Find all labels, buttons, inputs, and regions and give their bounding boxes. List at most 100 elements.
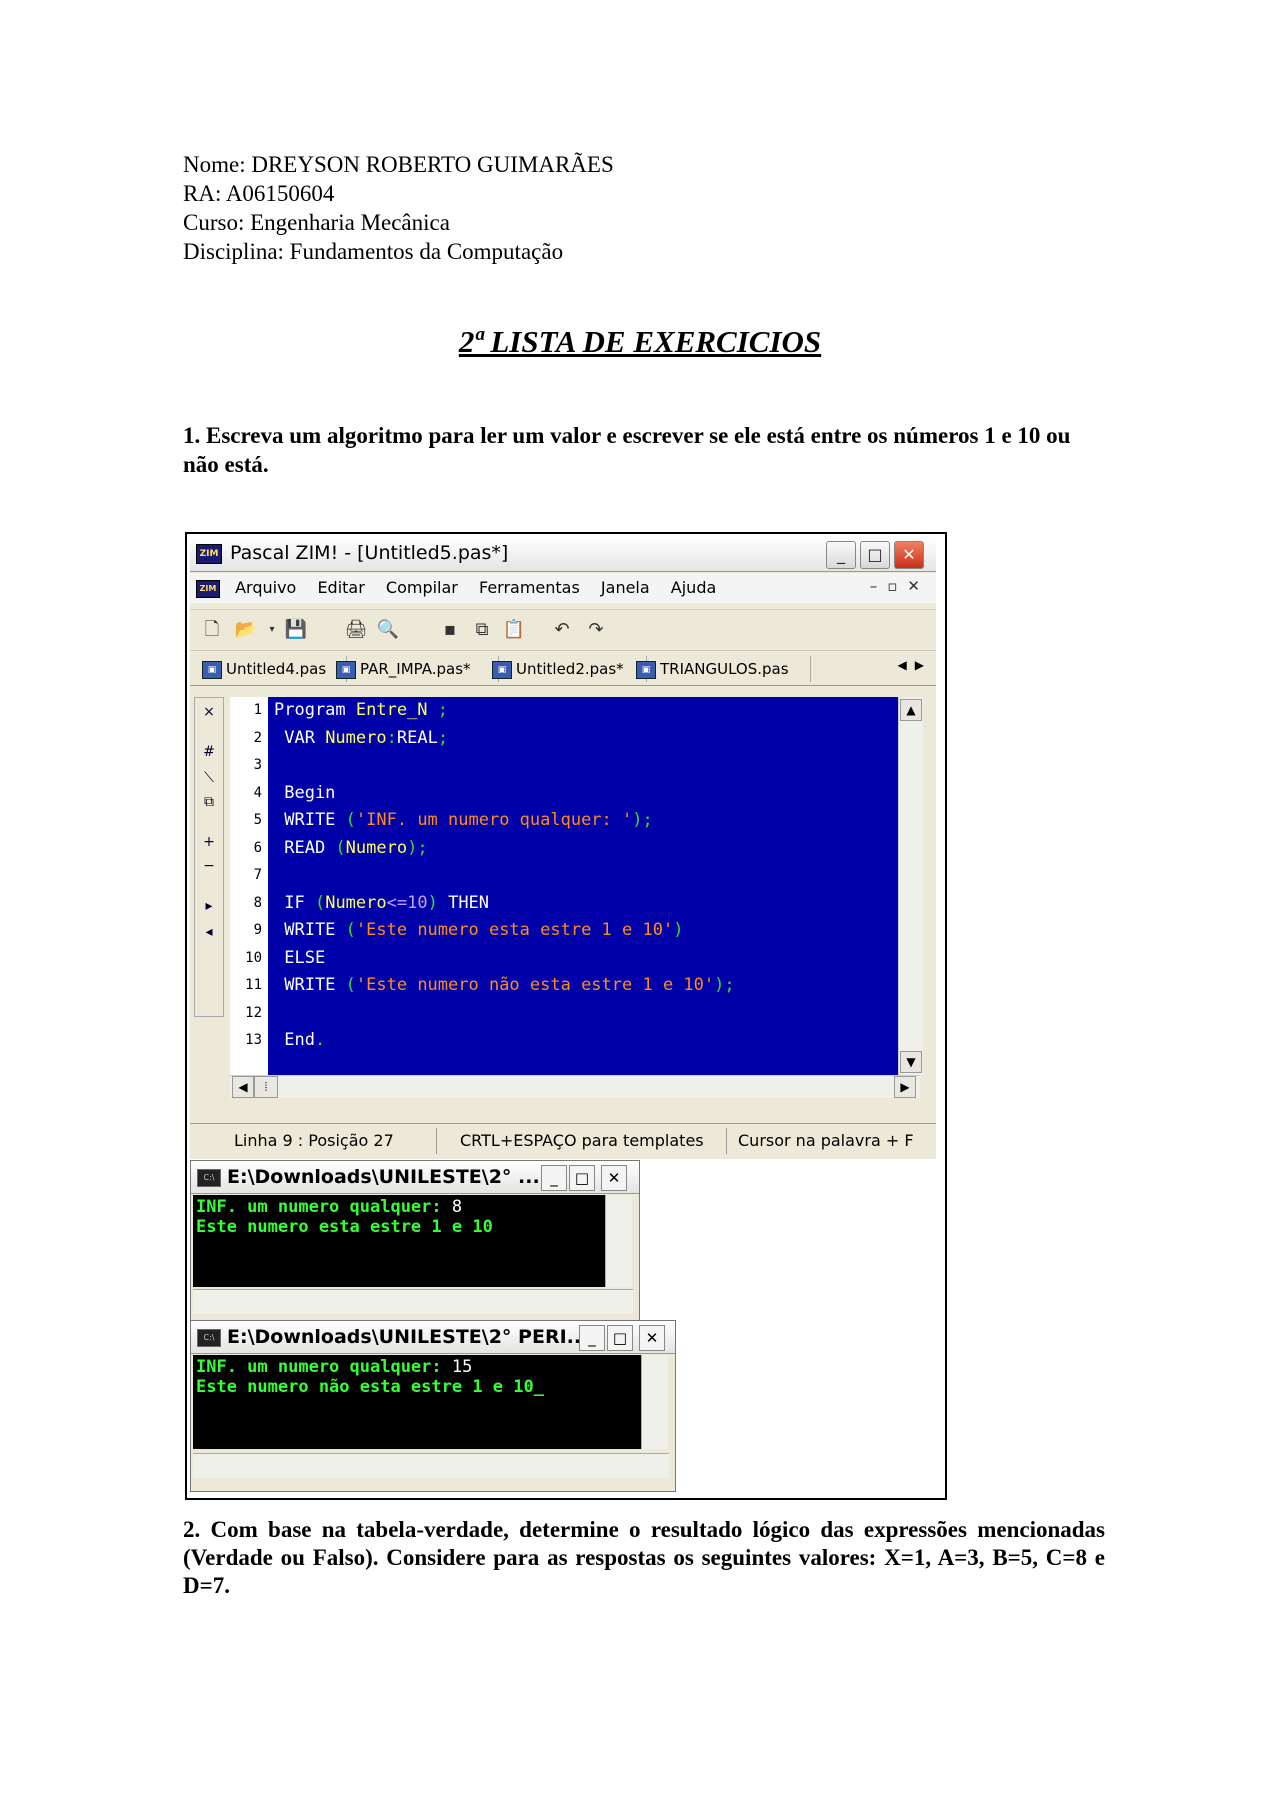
mdi-window-buttons[interactable]: –▫✕ — [870, 577, 930, 595]
code-token: ; — [437, 727, 449, 748]
close-button[interactable]: ✕ — [894, 541, 924, 569]
console-maximize-button[interactable]: □ — [607, 1325, 633, 1351]
undo-icon[interactable]: ↶ — [550, 618, 574, 642]
hash-icon[interactable]: # — [195, 744, 223, 760]
console-horizontal-scrollbar[interactable] — [193, 1289, 633, 1314]
tab-untitled4[interactable]: ▣ Untitled4.pas — [196, 656, 347, 682]
tab-label: PAR_IMPA.pas* — [360, 660, 471, 678]
status-templates: CRTL+ESPAÇO para templates — [460, 1131, 704, 1150]
tab-triangulos[interactable]: ▣ TRIANGULOS.pas — [630, 656, 811, 682]
line-number: 10 — [245, 949, 262, 966]
pascal-file-icon: ▣ — [336, 661, 356, 679]
open-dropdown-icon[interactable]: ▾ — [260, 618, 284, 642]
search-icon[interactable]: 🔍 — [376, 618, 400, 642]
code-token: WRITE — [274, 810, 346, 830]
code-line: IF (Numero<=10) THEN — [268, 890, 898, 918]
code-line: ELSE — [268, 945, 898, 973]
console-close-button[interactable]: ✕ — [601, 1165, 627, 1191]
scroll-right-icon[interactable]: ▶ — [894, 1076, 916, 1098]
close-panel-icon[interactable]: × — [195, 704, 223, 720]
line-number-gutter: 1 2 3 4 5 6 7 8 9 10 11 12 13 — [230, 697, 268, 1091]
code-token: ( — [345, 810, 356, 830]
collapse-icon[interactable]: − — [195, 858, 223, 874]
paste-icon[interactable]: 📋 — [502, 618, 526, 642]
code-token: ( — [314, 892, 326, 913]
code-line: READ (Numero); — [268, 835, 898, 863]
minimize-button[interactable]: _ — [826, 541, 856, 569]
student-ra: RA: A06150604 — [183, 181, 335, 206]
vertical-scrollbar[interactable]: ▲ ▼ — [898, 697, 923, 1075]
redo-icon[interactable]: ↷ — [584, 618, 608, 642]
line-number: 7 — [253, 867, 262, 883]
comment-icon[interactable]: ⟍ — [195, 770, 223, 786]
pascal-zim-window: ZIM Pascal ZIM! - [Untitled5.pas*] _ □ ✕… — [190, 537, 936, 1159]
menu-janela[interactable]: Janela — [593, 573, 658, 602]
code-line: WRITE ('Este numero não esta estre 1 e 1… — [268, 972, 898, 1000]
code-token: ELSE — [274, 947, 326, 968]
console-titlebar[interactable]: C:\ E:\Downloads\UNILESTE\2° PERI... _ □… — [191, 1321, 675, 1354]
window-icon[interactable]: ⧉ — [195, 794, 223, 810]
tab-par-impa[interactable]: ▣ PAR_IMPA.pas* — [330, 656, 499, 682]
code-token: REAL — [396, 727, 438, 748]
line-number: 6 — [253, 839, 262, 856]
code-editor[interactable]: Program Entre_N ; VAR Numero:REAL; Begin… — [268, 697, 898, 1091]
code-token: Numero — [325, 892, 387, 913]
console-line: INF. um numero qualquer: — [196, 1197, 452, 1217]
scroll-left-icon[interactable]: ◀ — [232, 1076, 254, 1098]
menu-compilar[interactable]: Compilar — [378, 573, 466, 602]
expand-icon[interactable]: + — [195, 834, 223, 850]
side-toolbar: × # ⟍ ⧉ + − ▸ ◂ — [194, 697, 224, 1017]
console-vertical-scrollbar[interactable] — [605, 1195, 632, 1287]
window-titlebar[interactable]: ZIM Pascal ZIM! - [Untitled5.pas*] _ □ ✕ — [190, 537, 936, 572]
console-horizontal-scrollbar[interactable] — [193, 1453, 669, 1478]
code-token: Numero — [345, 837, 408, 858]
maximize-button[interactable]: □ — [860, 541, 890, 569]
menu-logo-icon: ZIM — [196, 579, 220, 598]
tab-untitled2[interactable]: ▣ Untitled2.pas* — [486, 656, 647, 682]
console-minimize-button[interactable]: _ — [579, 1325, 605, 1351]
menu-arquivo[interactable]: Arquivo — [227, 573, 304, 602]
console-input: 8 — [451, 1197, 463, 1217]
line-number: 5 — [253, 812, 262, 828]
line-number: 12 — [245, 1004, 262, 1021]
console-vertical-scrollbar[interactable] — [641, 1355, 668, 1449]
console-maximize-button[interactable]: □ — [569, 1165, 595, 1191]
scroll-down-icon[interactable]: ▼ — [900, 1051, 922, 1073]
cut-icon[interactable]: ▪ — [438, 618, 462, 642]
line-number: 1 — [253, 702, 262, 718]
console-titlebar[interactable]: C:\ E:\Downloads\UNILESTE\2° ... _ □ ✕ — [191, 1161, 639, 1194]
student-name: Nome: DREYSON ROBERTO GUIMARÃES — [183, 152, 614, 177]
indent-right-icon[interactable]: ▸ — [195, 898, 223, 914]
menu-ferramentas[interactable]: Ferramentas — [471, 573, 588, 602]
console-icon: C:\ — [197, 1169, 221, 1187]
new-file-icon[interactable]: 🗋 — [200, 618, 224, 642]
console-window-1: C:\ E:\Downloads\UNILESTE\2° ... _ □ ✕ I… — [190, 1160, 640, 1322]
save-icon[interactable]: 💾 — [284, 618, 308, 642]
tab-scroll-arrows[interactable]: ◀▶ — [898, 658, 932, 672]
horizontal-scrollbar[interactable]: ◀ ⦙ ▶ — [230, 1075, 920, 1098]
console-window-2: C:\ E:\Downloads\UNILESTE\2° PERI... _ □… — [190, 1320, 676, 1492]
scroll-thumb[interactable]: ⦙ — [254, 1076, 278, 1098]
copy-icon[interactable]: ⧉ — [470, 618, 494, 642]
menu-ajuda[interactable]: Ajuda — [663, 573, 725, 602]
code-token: READ — [274, 837, 336, 858]
console-minimize-button[interactable]: _ — [541, 1165, 567, 1191]
console-close-button[interactable]: ✕ — [639, 1325, 665, 1351]
code-token: ) — [673, 920, 684, 940]
line-number: 2 — [253, 729, 262, 746]
code-line: End. — [268, 1027, 898, 1055]
pascal-file-icon: ▣ — [492, 661, 512, 679]
student-course: Curso: Engenharia Mecânica — [183, 210, 450, 235]
print-icon[interactable]: 🖨 — [344, 618, 368, 642]
pascal-file-icon: ▣ — [636, 661, 656, 679]
indent-left-icon[interactable]: ◂ — [195, 924, 223, 940]
scroll-up-icon[interactable]: ▲ — [900, 699, 922, 721]
question-2: 2. Com base na tabela-verdade, determine… — [183, 1517, 1105, 1598]
open-folder-icon[interactable]: 📂 — [234, 618, 258, 642]
console-title: E:\Downloads\UNILESTE\2° ... — [227, 1166, 540, 1188]
code-token: WRITE — [274, 975, 346, 995]
menu-editar[interactable]: Editar — [309, 573, 372, 602]
code-token: IF — [274, 892, 315, 913]
